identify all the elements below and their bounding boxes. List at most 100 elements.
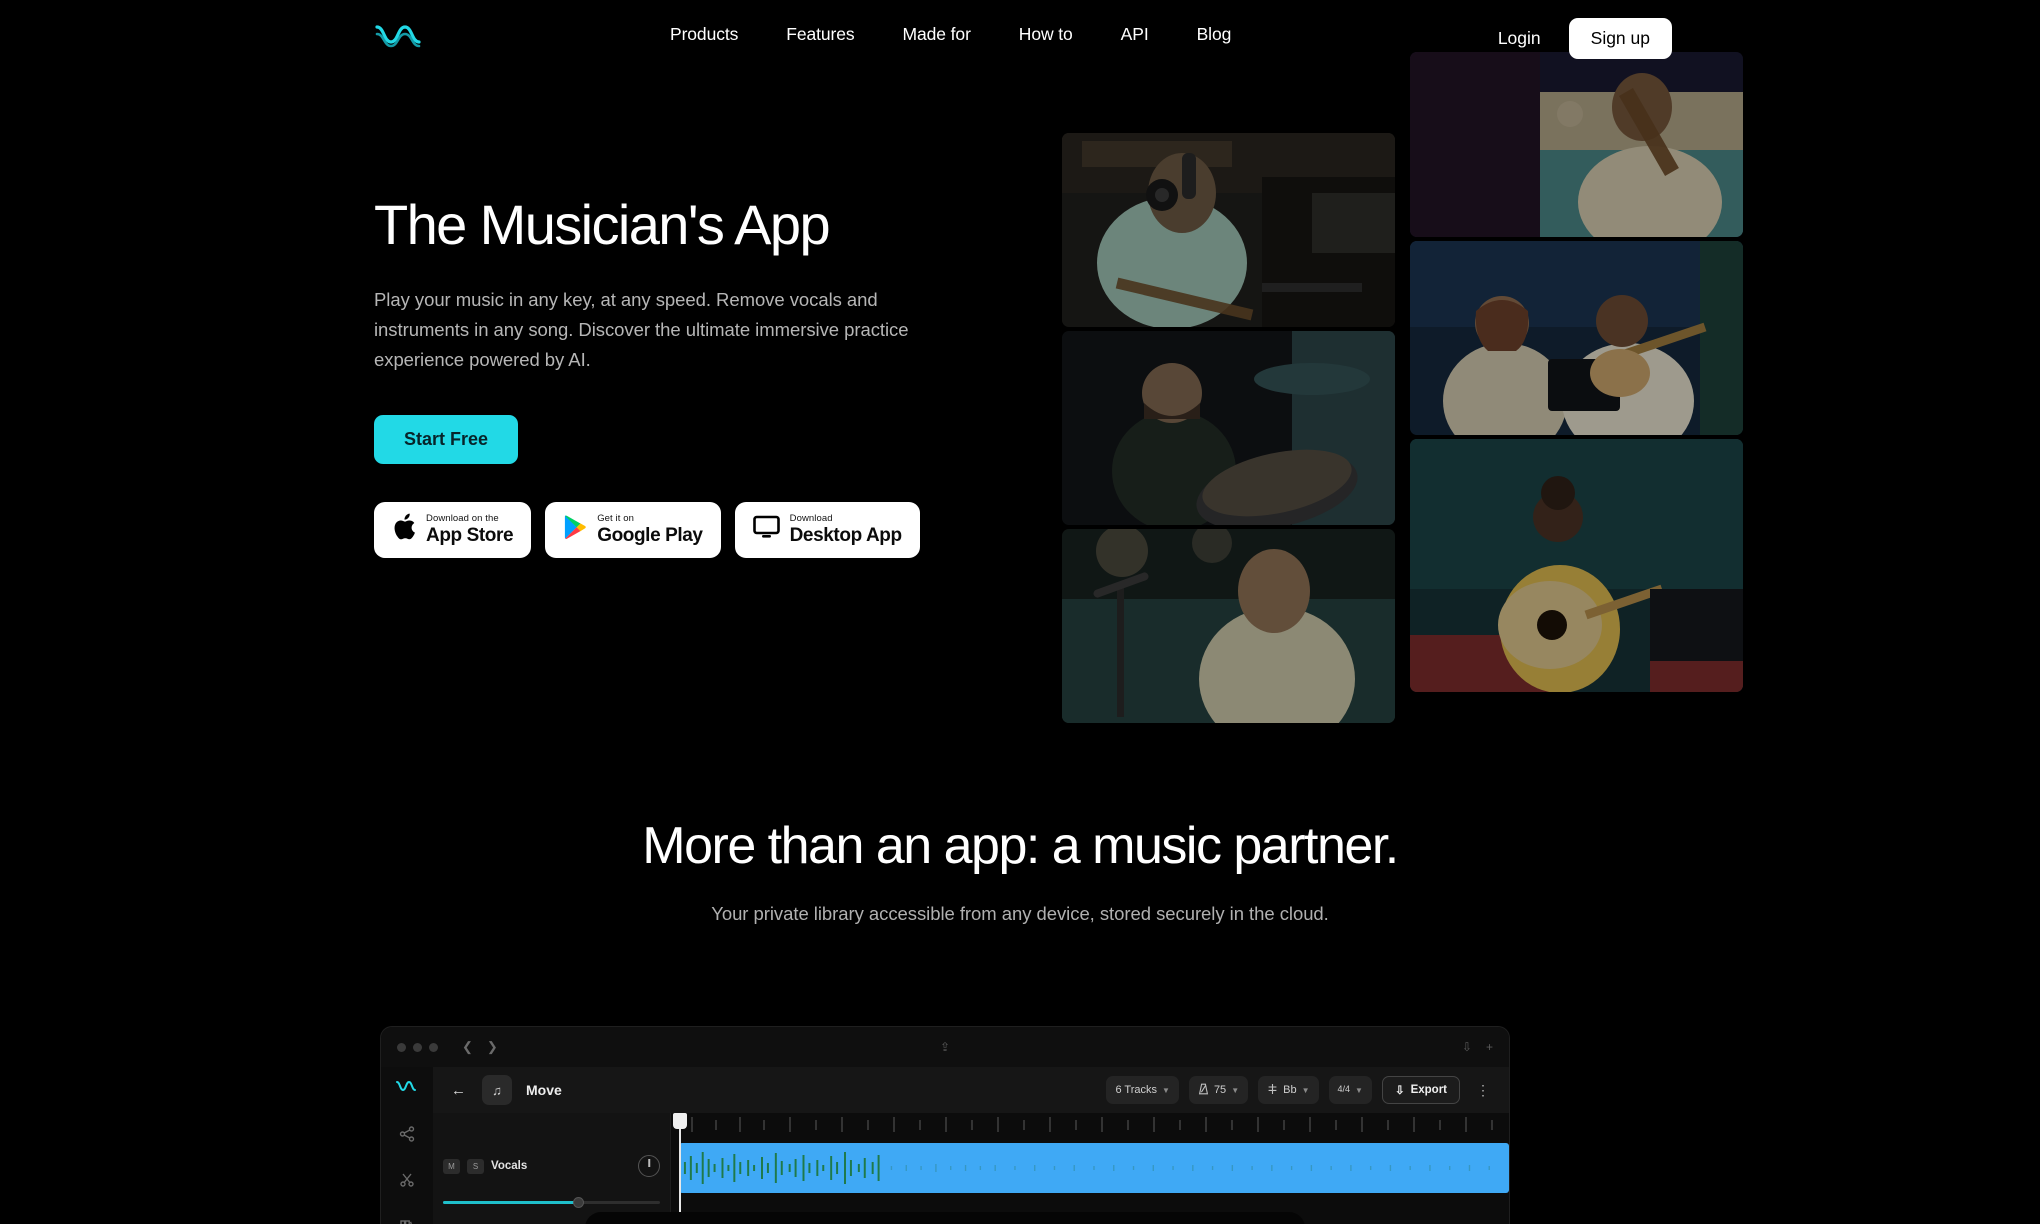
- tempo-value: 75: [1213, 1084, 1227, 1096]
- window-close-dot[interactable]: [397, 1042, 406, 1052]
- photo-bassist-headphones: [1062, 133, 1395, 327]
- tuning-fork-icon: [1267, 1083, 1278, 1098]
- time-signature-icon: 4/4: [1337, 1084, 1351, 1095]
- ruler-ticks: [691, 1117, 1493, 1132]
- photo-guitarist-laptop: [1410, 439, 1743, 692]
- track-name: Vocals: [491, 1160, 528, 1172]
- photo-trumpet-player: [1410, 52, 1743, 237]
- metronome-icon: [1198, 1083, 1209, 1098]
- tempo-selector[interactable]: 75 ▼: [1188, 1076, 1249, 1104]
- app-store-badge[interactable]: Download on the App Store: [374, 501, 532, 558]
- hero-subtitle: Play your music in any key, at any speed…: [374, 288, 909, 370]
- playhead-handle[interactable]: [673, 1113, 687, 1129]
- window-nav-arrows: ❮ ❯: [462, 1039, 498, 1055]
- desktop-monitor-icon: [752, 515, 780, 544]
- volume-slider[interactable]: [443, 1197, 660, 1208]
- nav-item-how-to[interactable]: How to: [1019, 24, 1073, 45]
- track-headers-column: M S Vocals: [433, 1113, 671, 1224]
- app-mockup-window: ❮ ❯ ⇪ ⇩ + ← ♫ Move 6 Tracks ▼ 75 ▼ Bb ▼ …: [380, 1026, 1510, 1224]
- app-wave-logo-icon[interactable]: [395, 1079, 419, 1098]
- scissors-icon[interactable]: [397, 1170, 417, 1190]
- plus-icon[interactable]: +: [1486, 1040, 1493, 1054]
- sign-up-button[interactable]: Sign up: [1568, 18, 1672, 59]
- tracks-count-label: 6 Tracks: [1115, 1084, 1158, 1096]
- mockup-title-bar: ❮ ❯ ⇪ ⇩ +: [381, 1027, 1509, 1067]
- chevron-down-icon: ▼: [1162, 1085, 1170, 1095]
- tracks-area: M S Vocals: [433, 1113, 1509, 1224]
- section-heading: More than an app: a music partner.: [642, 817, 1399, 875]
- volume-slider-fill: [443, 1201, 578, 1204]
- google-play-badge[interactable]: Get it on Google Play: [545, 501, 721, 558]
- laptop-bezel: [585, 1212, 1305, 1224]
- key-selector[interactable]: Bb ▼: [1258, 1076, 1319, 1104]
- pan-knob-icon[interactable]: [638, 1155, 660, 1177]
- download-icon[interactable]: ⇩: [1462, 1040, 1472, 1054]
- photo-saxophonist: [1062, 529, 1395, 723]
- waveform: [683, 1152, 1490, 1184]
- chevron-right-icon[interactable]: ❯: [487, 1039, 498, 1055]
- export-label: Export: [1410, 1084, 1447, 1096]
- chevron-left-icon[interactable]: ❮: [462, 1039, 473, 1055]
- hero-content: The Musician's App Play your music in an…: [374, 193, 1014, 558]
- mute-button[interactable]: M: [443, 1158, 460, 1174]
- audio-clip-vocals[interactable]: [679, 1143, 1509, 1193]
- nav-item-products[interactable]: Products: [670, 24, 738, 45]
- chevron-down-icon: ▼: [1355, 1085, 1363, 1095]
- start-free-button[interactable]: Start Free: [374, 414, 519, 464]
- solo-button[interactable]: S: [467, 1158, 484, 1174]
- volume-slider-handle[interactable]: [573, 1197, 585, 1208]
- google-play-badge-eyebrow: Get it on: [597, 512, 634, 524]
- desktop-app-badge[interactable]: Download Desktop App: [734, 501, 920, 558]
- playhead[interactable]: [673, 1113, 687, 1224]
- app-store-badge-eyebrow: Download on the: [426, 512, 499, 524]
- wave-logo-icon[interactable]: [374, 22, 422, 48]
- kebab-menu-icon[interactable]: ⋮: [1470, 1082, 1497, 1099]
- download-icon: ⇩: [1394, 1085, 1405, 1097]
- landing-page: Products Features Made for How to API Bl…: [0, 0, 2040, 1224]
- google-play-badge-label: Google Play: [597, 525, 703, 547]
- photo-duo-guitar-tablet: [1410, 241, 1743, 435]
- desktop-app-badge-label: Desktop App: [789, 525, 902, 547]
- desktop-app-badge-eyebrow: Download: [789, 512, 833, 524]
- window-right-icons: ⇩ +: [1462, 1040, 1493, 1054]
- nav-actions: Login Sign up: [1482, 18, 1672, 59]
- export-button[interactable]: ⇩ Export: [1381, 1076, 1460, 1104]
- share-icon[interactable]: ⇪: [940, 1040, 950, 1054]
- store-badges: Download on the App Store Get it on Goog…: [374, 501, 1014, 558]
- mockup-body: ← ♫ Move 6 Tracks ▼ 75 ▼ Bb ▼ 4/4 ▼ ⇩ Ex…: [381, 1067, 1509, 1224]
- share-nodes-icon[interactable]: [397, 1124, 417, 1144]
- nav-item-blog[interactable]: Blog: [1197, 24, 1232, 45]
- window-maximize-dot[interactable]: [429, 1042, 438, 1052]
- library-icon[interactable]: [397, 1216, 417, 1224]
- chevron-down-icon: ▼: [1231, 1085, 1240, 1095]
- hero-title: The Musician's App: [374, 193, 831, 256]
- key-value: Bb: [1283, 1084, 1297, 1096]
- google-play-icon: [563, 514, 587, 545]
- section-subheading: Your private library accessible from any…: [711, 903, 1329, 925]
- apple-icon: [392, 513, 416, 546]
- app-main-area: ← ♫ Move 6 Tracks ▼ 75 ▼ Bb ▼ 4/4 ▼ ⇩ Ex…: [433, 1067, 1509, 1224]
- top-navigation-bar: Products Features Made for How to API Bl…: [0, 0, 2040, 68]
- photo-drummer: [1062, 331, 1395, 525]
- hero-photo-grid: [1062, 52, 1743, 742]
- song-title: Move: [526, 1082, 562, 1098]
- arrow-left-icon[interactable]: ←: [445, 1082, 472, 1099]
- value-prop-section: More than an app: a music partner. Your …: [0, 817, 2040, 925]
- app-toolbar: ← ♫ Move 6 Tracks ▼ 75 ▼ Bb ▼ 4/4 ▼ ⇩ Ex…: [433, 1067, 1509, 1113]
- window-minimize-dot[interactable]: [413, 1042, 422, 1052]
- nav-item-api[interactable]: API: [1121, 24, 1149, 45]
- chevron-down-icon: ▼: [1301, 1085, 1310, 1095]
- nav-item-made-for[interactable]: Made for: [903, 24, 971, 45]
- time-signature-selector[interactable]: 4/4 ▼: [1328, 1076, 1372, 1104]
- music-note-icon[interactable]: ♫: [482, 1075, 512, 1105]
- login-link[interactable]: Login: [1482, 20, 1557, 57]
- tracks-count-selector[interactable]: 6 Tracks ▼: [1106, 1076, 1179, 1104]
- nav-item-features[interactable]: Features: [786, 24, 854, 45]
- timeline-ruler[interactable]: [671, 1113, 1509, 1137]
- app-left-sidebar: [381, 1067, 433, 1224]
- window-traffic-lights: [397, 1042, 438, 1052]
- timeline[interactable]: [671, 1113, 1509, 1224]
- app-store-badge-label: App Store: [426, 525, 514, 547]
- nav-links: Products Features Made for How to API Bl…: [670, 24, 1231, 45]
- track-row[interactable]: M S Vocals: [433, 1137, 670, 1195]
